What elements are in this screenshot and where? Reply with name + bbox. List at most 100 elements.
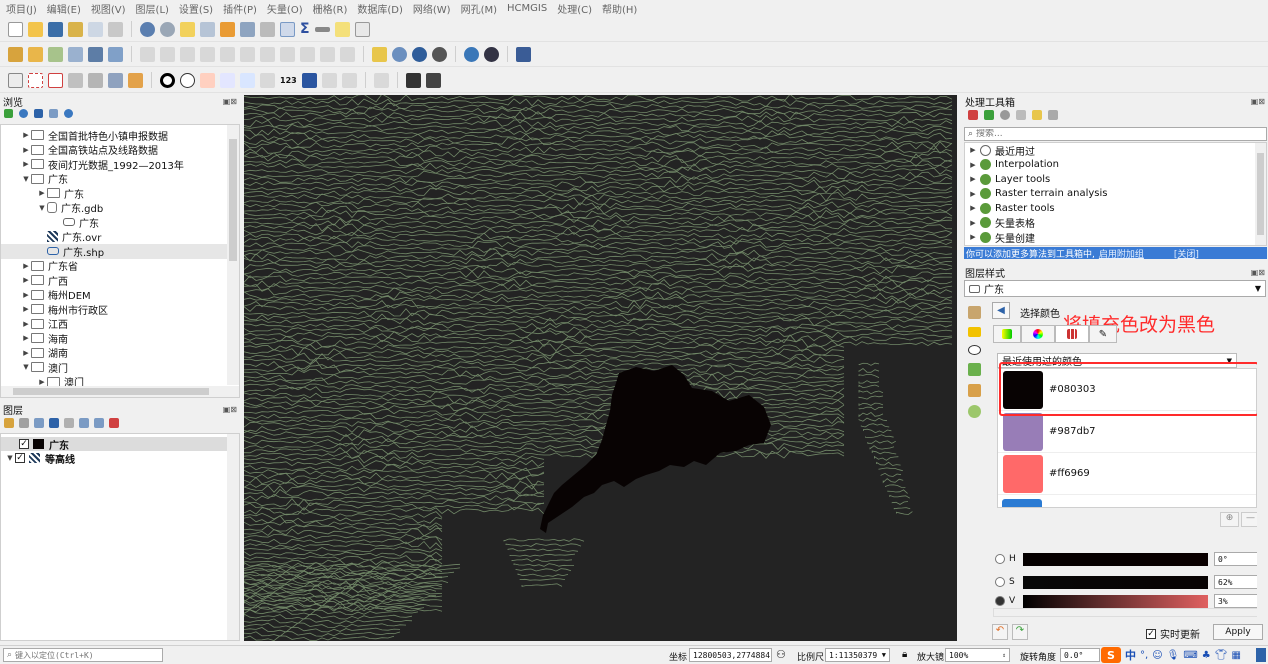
hue-spinbox[interactable]: 0° bbox=[1214, 552, 1258, 566]
collapse-layers-icon[interactable] bbox=[94, 418, 104, 428]
value-spinbox[interactable]: 3% bbox=[1214, 594, 1258, 608]
undo-style-icon[interactable]: ↶ bbox=[992, 624, 1008, 640]
new-geopackage-icon[interactable] bbox=[28, 46, 43, 62]
chevron-down-icon[interactable]: ▼ bbox=[21, 363, 31, 371]
toolbox-item[interactable]: ▶ 最近用过 bbox=[968, 143, 1253, 158]
map-canvas[interactable] bbox=[244, 95, 957, 641]
curve-xy-icon[interactable] bbox=[180, 72, 195, 88]
browser-vscrollbar[interactable] bbox=[227, 125, 239, 385]
toolbox-item[interactable]: ▶ Layer tools bbox=[968, 172, 1253, 187]
saturation-radio[interactable] bbox=[995, 577, 1005, 587]
reshape-icon[interactable] bbox=[240, 72, 255, 88]
identify-icon[interactable] bbox=[68, 72, 83, 88]
chevron-right-icon[interactable]: ▶ bbox=[21, 131, 31, 139]
expand-all-icon[interactable] bbox=[79, 418, 89, 428]
chevron-right-icon[interactable]: ▶ bbox=[968, 233, 978, 241]
open-folder-icon[interactable] bbox=[28, 21, 43, 37]
browser-item[interactable]: ▶ 梅州市行政区 bbox=[1, 302, 227, 317]
browser-item[interactable]: ▼ 广东 bbox=[1, 172, 227, 186]
browser-item[interactable]: 广东.shp bbox=[1, 244, 227, 259]
hue-slider[interactable] bbox=[1023, 552, 1208, 566]
chevron-right-icon[interactable]: ▶ bbox=[968, 190, 978, 198]
options-wrench-icon[interactable] bbox=[1048, 110, 1058, 120]
edit-pencil-icon[interactable] bbox=[140, 46, 155, 62]
chevron-right-icon[interactable]: ▶ bbox=[968, 219, 978, 227]
refresh-icon[interactable] bbox=[19, 109, 28, 118]
recent-color-row[interactable]: #987db7 bbox=[998, 411, 1256, 453]
browser-item[interactable]: ▶ 湖南 bbox=[1, 346, 227, 360]
locator-input[interactable] bbox=[15, 650, 156, 660]
browser-item[interactable]: ▼ 澳门 bbox=[1, 360, 227, 375]
redo-icon[interactable] bbox=[340, 46, 355, 62]
punctuation-icon[interactable]: °, bbox=[1140, 650, 1148, 661]
browser-item[interactable]: ▶ 全国高铁站点及线路数据 bbox=[1, 143, 227, 157]
measure-icon[interactable] bbox=[314, 26, 330, 32]
menu-item[interactable]: 编辑(E) bbox=[47, 1, 81, 16]
menu-item[interactable]: 栅格(R) bbox=[313, 1, 348, 16]
filter-expression-icon[interactable] bbox=[64, 418, 74, 428]
add-color-button[interactable]: ⊕ bbox=[1220, 512, 1239, 527]
vertex-tool-icon[interactable] bbox=[220, 46, 235, 62]
magnifier-spinbox[interactable]: 100% ⇕ bbox=[945, 648, 1010, 662]
layers-scrollbar[interactable] bbox=[227, 434, 239, 640]
layer-checkbox[interactable]: ✓ bbox=[15, 453, 25, 463]
toolbox-scrollbar[interactable] bbox=[1255, 143, 1266, 245]
select-feature-icon[interactable] bbox=[180, 21, 195, 37]
help-icon[interactable] bbox=[516, 46, 531, 62]
tab-color-wheel[interactable] bbox=[1021, 325, 1055, 343]
chevron-right-icon[interactable]: ▶ bbox=[21, 334, 31, 342]
shirt-icon[interactable]: 👕︎ bbox=[1215, 650, 1228, 661]
chevron-right-icon[interactable]: ▶ bbox=[968, 161, 978, 169]
toolbox-item[interactable]: ▶ 矢量创建 bbox=[968, 230, 1253, 245]
lock-icon[interactable]: 🔒︎ bbox=[902, 649, 907, 660]
rotation-spinbox[interactable]: 0.0° bbox=[1060, 648, 1100, 662]
split-tool-icon[interactable] bbox=[220, 72, 235, 88]
tab-color-sampler[interactable]: ✎ bbox=[1089, 325, 1117, 343]
toggle-editing-icon[interactable] bbox=[160, 46, 175, 62]
color-swatch[interactable] bbox=[1003, 454, 1043, 493]
add-group-icon[interactable] bbox=[19, 418, 29, 428]
layer-row-contours[interactable]: ▼ ✓ 等高线 bbox=[1, 451, 227, 466]
models-icon[interactable] bbox=[968, 110, 978, 120]
emoji-icon[interactable]: ☺ bbox=[1152, 650, 1162, 661]
redo-style-icon[interactable]: ↷ bbox=[1012, 624, 1028, 640]
data-source-manager-icon[interactable] bbox=[8, 46, 23, 62]
attribute-table-icon[interactable] bbox=[240, 21, 255, 37]
chevron-right-icon[interactable]: ▶ bbox=[37, 189, 47, 197]
color-swatch[interactable] bbox=[1003, 412, 1043, 451]
field-calculator-icon[interactable] bbox=[260, 21, 275, 37]
skin-icon[interactable]: ♣ bbox=[1202, 650, 1211, 661]
sogou-ime-icon[interactable]: S bbox=[1101, 647, 1121, 663]
filter-icon[interactable] bbox=[34, 109, 43, 118]
panel-float-close-icon[interactable]: ▣⊠ bbox=[1251, 97, 1265, 106]
menu-item[interactable]: 矢量(O) bbox=[267, 1, 303, 16]
history-icon[interactable] bbox=[1000, 110, 1010, 120]
panel-float-close-icon[interactable]: ▣⊠ bbox=[223, 97, 237, 106]
edit-features-icon[interactable] bbox=[1032, 110, 1042, 120]
recent-color-row[interactable]: #ff6969 bbox=[998, 453, 1256, 495]
symbology-brush-icon[interactable] bbox=[967, 306, 981, 319]
live-update-checkbox[interactable]: ✓ bbox=[1146, 628, 1156, 639]
toolbox-search-input[interactable] bbox=[976, 129, 1237, 139]
chevron-right-icon[interactable]: ▶ bbox=[21, 262, 31, 270]
layer-row-guangdong[interactable]: ✓ 广东 bbox=[1, 437, 227, 452]
menu-item[interactable]: 插件(P) bbox=[223, 1, 257, 16]
delete-feature-icon[interactable] bbox=[240, 46, 255, 62]
cut-icon[interactable] bbox=[260, 46, 275, 62]
coordinate-field[interactable]: 12800503,2774884 bbox=[689, 648, 772, 662]
screen-capture-icon[interactable] bbox=[425, 72, 441, 88]
measure-area-icon[interactable] bbox=[108, 72, 123, 88]
microphone-icon[interactable]: 🎙︎ bbox=[1167, 650, 1180, 661]
georeference-icon[interactable] bbox=[405, 72, 421, 88]
menu-item[interactable]: 帮助(H) bbox=[602, 1, 637, 16]
browser-item[interactable]: 广东.ovr bbox=[1, 230, 227, 244]
notice-close-link[interactable]: [关闭] bbox=[1174, 247, 1199, 260]
scale-combobox[interactable]: 1:11350379 ▼ bbox=[825, 648, 890, 662]
processing-toolbox-icon[interactable] bbox=[280, 21, 295, 37]
menu-item[interactable]: 项目(J) bbox=[6, 1, 37, 16]
select-by-value-icon[interactable] bbox=[220, 21, 235, 37]
keyboard-icon[interactable]: ⌨ bbox=[1183, 650, 1197, 661]
value-radio[interactable] bbox=[995, 596, 1005, 606]
style-vscrollbar[interactable] bbox=[1257, 322, 1267, 617]
chevron-right-icon[interactable]: ▶ bbox=[968, 146, 978, 154]
